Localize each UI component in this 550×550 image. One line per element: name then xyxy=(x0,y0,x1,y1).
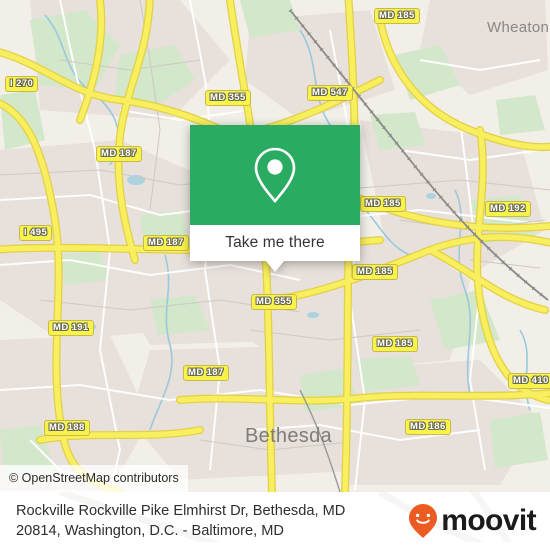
road-shield: MD 187 xyxy=(143,235,189,251)
osm-attribution[interactable]: © OpenStreetMap contributors xyxy=(0,465,188,492)
road-shield: I 270 xyxy=(5,76,39,92)
road-shield: MD 191 xyxy=(48,320,94,336)
road-shield: MD 188 xyxy=(44,420,90,436)
road-shield: MD 185 xyxy=(352,264,398,280)
address-line-1: Rockville Rockville Pike Elmhirst Dr, Be… xyxy=(16,503,346,519)
map-pin-icon xyxy=(254,147,296,204)
moovit-map-widget: Wheaton Bethesda MD 185 I 270 MD 355 MD 547… xyxy=(0,0,550,550)
road-shield: MD 185 xyxy=(374,8,420,24)
popup-cta-label: Take me there xyxy=(225,234,325,251)
road-shield: MD 187 xyxy=(96,146,142,162)
location-popup-card[interactable]: Take me there xyxy=(190,125,360,272)
road-shield: MD 355 xyxy=(205,90,251,106)
road-shield: MD 355 xyxy=(251,294,297,310)
address-line-2: 20814, Washington, D.C. - Baltimore, MD xyxy=(16,523,284,539)
address-text: Rockville Rockville Pike Elmhirst Dr, Be… xyxy=(16,501,345,541)
popup-tail xyxy=(266,261,284,272)
road-shield: MD 185 xyxy=(372,336,418,352)
place-label-wheaton: Wheaton xyxy=(487,19,550,36)
road-shield: MD 187 xyxy=(183,365,229,381)
moovit-wordmark: moovit xyxy=(441,504,536,537)
popup-icon-area xyxy=(190,125,360,225)
road-shield: MD 547 xyxy=(307,85,353,101)
moovit-pin-icon xyxy=(409,504,438,538)
road-shield: MD 410 xyxy=(508,373,550,389)
road-shield: MD 185 xyxy=(360,196,406,212)
map-viewport[interactable]: Wheaton Bethesda MD 185 I 270 MD 355 MD 547… xyxy=(0,0,550,492)
popup-cta[interactable]: Take me there xyxy=(190,225,360,261)
moovit-logo[interactable]: moovit xyxy=(408,503,537,539)
footer-bar: Rockville Rockville Pike Elmhirst Dr, Be… xyxy=(0,492,550,550)
road-shield: MD 192 xyxy=(485,201,531,217)
place-label-bethesda: Bethesda xyxy=(245,425,332,447)
road-shield: MD 186 xyxy=(405,419,451,435)
road-shield: I 495 xyxy=(19,225,53,241)
